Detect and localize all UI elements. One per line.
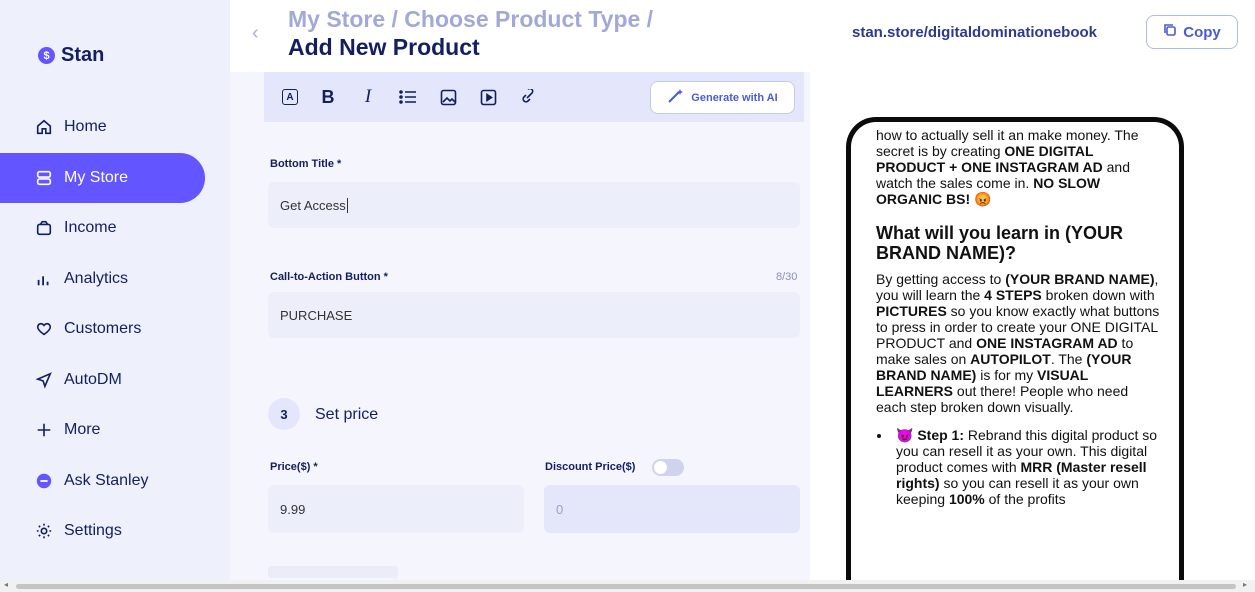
sidebar-item-customers[interactable]: Customers bbox=[0, 304, 230, 355]
preview-text: Step 1: bbox=[917, 427, 965, 443]
home-icon bbox=[34, 117, 54, 137]
video-icon[interactable] bbox=[478, 87, 498, 107]
plus-icon bbox=[34, 420, 54, 440]
price-input[interactable]: 9.99 bbox=[268, 485, 524, 533]
sidebar-item-settings[interactable]: Settings bbox=[0, 506, 230, 557]
cta-button-input[interactable]: PURCHASE bbox=[268, 292, 800, 338]
image-icon[interactable] bbox=[438, 87, 458, 107]
sidebar-item-my-store[interactable]: My Store bbox=[0, 152, 205, 203]
bottom-title-label: Bottom Title * bbox=[270, 158, 342, 170]
sidebar-item-label: Settings bbox=[64, 522, 122, 540]
bottom-title-input[interactable]: Get Access bbox=[268, 182, 800, 228]
angry-emoji-icon: 😡 bbox=[974, 191, 992, 207]
bottom-title-value: Get Access bbox=[280, 197, 346, 213]
back-chevron-icon[interactable]: ‹ bbox=[252, 22, 259, 45]
wallet-icon bbox=[34, 218, 54, 238]
generate-with-ai-button[interactable]: Generate with AI bbox=[650, 81, 795, 114]
preview-text: of the profits bbox=[984, 491, 1066, 507]
preview-paragraph: By getting access to (YOUR BRAND NAME), … bbox=[876, 271, 1161, 415]
price-label: Price($) * bbox=[270, 461, 318, 473]
cta-char-counter: 8/30 bbox=[776, 271, 798, 283]
cta-button-value: PURCHASE bbox=[280, 307, 353, 323]
sidebar-item-label: Home bbox=[64, 118, 107, 136]
breadcrumb[interactable]: My Store / Choose Product Type / bbox=[288, 6, 653, 32]
sidebar-nav: Home My Store Income Analytics Customers… bbox=[0, 102, 230, 557]
step-number-badge: 3 bbox=[268, 398, 300, 430]
scroll-right-icon[interactable]: ▸ bbox=[1243, 580, 1247, 589]
preview-text: AUTOPILOT bbox=[970, 351, 1051, 367]
generate-label: Generate with AI bbox=[691, 91, 778, 104]
cta-button-label: Call-to-Action Button * bbox=[270, 271, 388, 283]
sidebar-item-label: AutoDM bbox=[64, 370, 122, 388]
preview-text: By getting access to bbox=[876, 271, 1006, 287]
preview-text: (YOUR BRAND NAME) bbox=[1005, 271, 1155, 287]
sidebar-item-label: Ask Stanley bbox=[64, 471, 149, 489]
sidebar-item-ask-stanley[interactable]: Ask Stanley bbox=[0, 456, 230, 507]
link-icon[interactable] bbox=[518, 87, 538, 107]
preview-intro: how to actually sell it an make money. T… bbox=[876, 127, 1161, 207]
scrollbar-thumb[interactable] bbox=[16, 584, 1236, 589]
stan-logo-icon: $ bbox=[38, 47, 55, 64]
preview-text: broken down with bbox=[1041, 287, 1155, 303]
send-icon bbox=[34, 370, 54, 390]
text-cursor bbox=[346, 197, 348, 213]
bullet-list-icon[interactable] bbox=[398, 87, 418, 107]
preview-text: 4 STEPS bbox=[984, 287, 1042, 303]
sidebar-item-label: My Store bbox=[64, 168, 129, 186]
preview-heading: What will you learn in (YOUR BRAND NAME)… bbox=[876, 223, 1124, 263]
discount-price-toggle[interactable] bbox=[652, 459, 684, 476]
preview-text: is for my bbox=[976, 367, 1037, 383]
next-section-label bbox=[268, 566, 398, 578]
sidebar-item-income[interactable]: Income bbox=[0, 203, 230, 254]
copy-label: Copy bbox=[1183, 23, 1221, 41]
page-title: Add New Product bbox=[288, 34, 480, 60]
sidebar-item-label: Analytics bbox=[64, 269, 129, 287]
app-name: Stan bbox=[61, 44, 105, 66]
bar-chart-icon bbox=[34, 269, 54, 289]
preview-text: ONE INSTAGRAM AD bbox=[976, 335, 1118, 351]
store-url-link[interactable]: stan.store/digitaldominationebook bbox=[852, 24, 1097, 41]
price-value: 9.99 bbox=[280, 501, 306, 517]
sidebar-item-label: More bbox=[64, 421, 101, 439]
scroll-left-icon[interactable]: ◂ bbox=[4, 580, 8, 589]
copy-url-button[interactable]: Copy bbox=[1146, 15, 1238, 49]
bold-icon[interactable]: B bbox=[318, 87, 338, 107]
magic-wand-icon bbox=[667, 88, 685, 107]
sidebar-item-analytics[interactable]: Analytics bbox=[0, 254, 230, 305]
stanley-icon bbox=[34, 471, 54, 491]
devil-emoji-icon: 😈 bbox=[896, 427, 914, 443]
store-preview[interactable]: how to actually sell it an make money. T… bbox=[846, 117, 1184, 587]
italic-icon[interactable]: I bbox=[358, 86, 378, 107]
sidebar-item-more[interactable]: More bbox=[0, 405, 230, 456]
sidebar-item-label: Customers bbox=[64, 320, 142, 338]
sidebar-item-home[interactable]: Home bbox=[0, 102, 230, 153]
gear-icon bbox=[34, 521, 54, 541]
step-title: Set price bbox=[315, 406, 379, 423]
preview-text: PICTURES bbox=[876, 303, 947, 319]
discount-price-label: Discount Price($) bbox=[545, 461, 636, 473]
text-style-icon[interactable]: A bbox=[282, 89, 298, 105]
sidebar: $ Stan Home My Store Income Analytics Cu… bbox=[0, 0, 230, 580]
app-logo[interactable]: $ Stan bbox=[38, 44, 104, 67]
discount-price-input[interactable]: 0 bbox=[544, 485, 800, 533]
store-icon bbox=[34, 168, 54, 188]
heart-icon bbox=[34, 319, 54, 339]
preview-text: 100% bbox=[948, 491, 985, 507]
list-item: 😈 Step 1: Rebrand this digital product s… bbox=[892, 427, 1161, 507]
discount-price-value: 0 bbox=[556, 501, 564, 517]
preview-step-list: 😈 Step 1: Rebrand this digital product s… bbox=[892, 427, 1161, 507]
sidebar-item-autodm[interactable]: AutoDM bbox=[0, 355, 230, 406]
sidebar-item-label: Income bbox=[64, 219, 117, 237]
preview-text: . The bbox=[1050, 351, 1087, 367]
copy-icon bbox=[1163, 23, 1177, 41]
